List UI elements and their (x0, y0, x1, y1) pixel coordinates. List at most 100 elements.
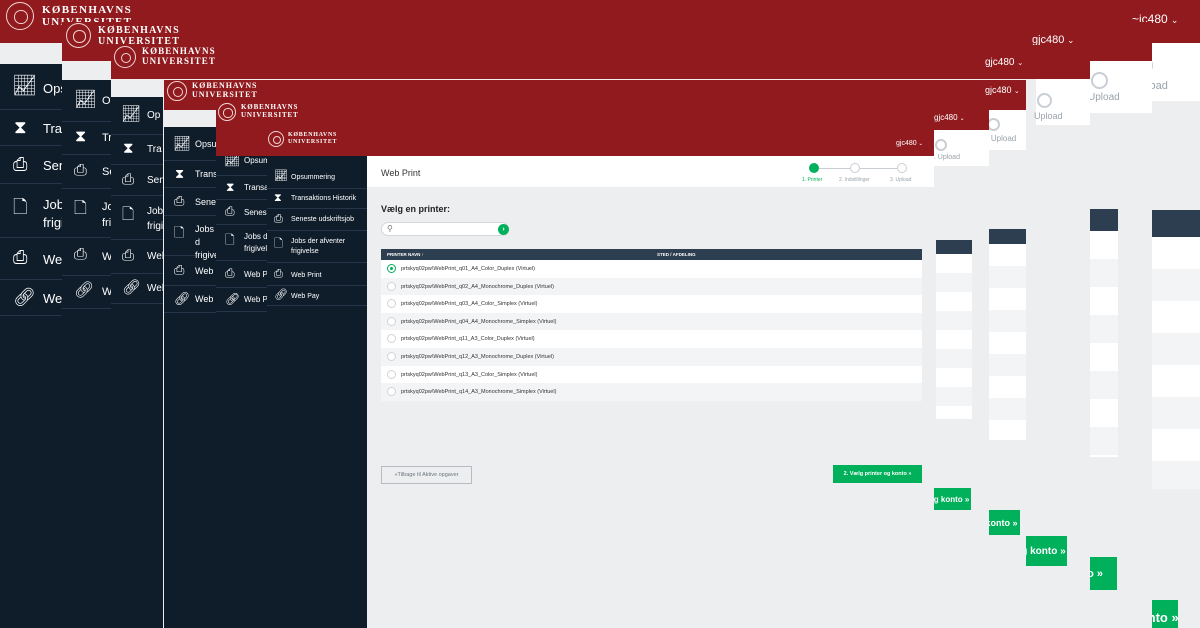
printer-name: prtskyq02pw\WebPrint_q13_A3_Color_Simple… (401, 371, 538, 378)
printer-name: prtskyq02pw\WebPrint_q12_A3_Monochrome_D… (401, 354, 554, 360)
sidebar-item-transaktioner[interactable]: ⧗ Transaktions Historik (267, 189, 367, 209)
sidebar-item-label: Transaktions Historik (291, 195, 357, 202)
web-print-window: KØBENHAVNS UNIVERSITET gjc480 ⌄ 📈︎ Opsumm… (216, 130, 934, 628)
sidebar-item-webpay[interactable]: 🔗︎ Web (0, 280, 70, 316)
printer-radio[interactable] (387, 281, 396, 291)
university-logo: KØBENHAVNS UNIVERSITET (268, 131, 337, 147)
link-icon: 🔗︎ (274, 289, 288, 301)
sidebar-item-transaktioner[interactable]: ⧗ Tra (0, 110, 62, 146)
table-row[interactable]: prtskyq02pw\WebPrint_q12_A3_Monochrome_D… (381, 348, 922, 366)
step-circle-upload (935, 139, 947, 151)
hourglass-icon: ⧗ (123, 140, 134, 157)
section-title: Vælg en printer: (381, 204, 451, 214)
university-seal-icon (114, 46, 136, 68)
chart-line-icon: 📈︎ (12, 75, 38, 97)
column-header-location[interactable]: STED / AFDELING (657, 252, 696, 257)
printer-radio[interactable] (387, 299, 396, 309)
chevron-down-icon: ⌄ (918, 141, 923, 147)
sidebar-item-jobs[interactable]: 🗋︎ Jobs der afventer frigivelse (267, 231, 367, 263)
sidebar-item-jobs[interactable]: 🗋︎ Job frigi (0, 184, 64, 238)
step-circle-upload (1091, 72, 1108, 89)
pending-document-icon: 🗋︎ (122, 206, 135, 223)
chevron-down-icon: ⌄ (1017, 58, 1024, 67)
printer-icon: ⎙ (174, 193, 185, 208)
sidebar-item-seneste[interactable]: ⎙ Seneste udskriftsjob (267, 209, 367, 231)
logo-line1: KØBENHAVNS (288, 132, 338, 139)
chevron-down-icon: ⌄ (1013, 88, 1020, 95)
printer-radio[interactable] (387, 352, 396, 361)
printer-radio[interactable] (387, 369, 396, 379)
chevron-down-icon: ⌄ (1170, 15, 1179, 25)
printer-radio[interactable] (387, 316, 396, 326)
chart-line-icon: 📈︎ (274, 170, 288, 182)
university-seal-icon (218, 103, 236, 121)
sidebar-item-opsummering[interactable]: 📈︎ Opsummering (267, 166, 367, 189)
user-menu[interactable]: gjc480 ⌄ (985, 57, 1023, 68)
printer-radio[interactable] (387, 264, 396, 273)
table-row[interactable]: prtskyq02pw\WebPrint_q04_A4_Monochrome_S… (381, 312, 922, 331)
printer-icon: ⎙ (274, 213, 283, 225)
table-header: PRINTER NAVN ↑ STED / AFDELING (381, 249, 922, 260)
table-row[interactable]: prtskyq02pw\WebPrint_q01_A4_Color_Duplex… (381, 260, 922, 278)
user-menu[interactable]: gjc480 ⌄ (985, 85, 1020, 95)
sidebar-item-seneste[interactable]: ⎙ Sen (0, 146, 66, 184)
link-icon: 🔗︎ (174, 291, 191, 306)
search-go-button[interactable]: › (498, 224, 509, 235)
printer-name: prtskyq02pw\WebPrint_q03_A4_Color_Simple… (401, 301, 538, 308)
table-row[interactable]: prtskyq02pw\WebPrint_q03_A4_Color_Simple… (381, 295, 922, 313)
logo-line1: KØBENHAVNS (42, 3, 133, 16)
search-icon: ⚲ (387, 224, 393, 233)
table-row[interactable]: prtskyq02pw\WebPrint_q11_A3_Color_Duplex… (381, 330, 922, 348)
pending-document-icon: 🗋︎ (274, 238, 283, 250)
header-bar (216, 103, 989, 130)
step-circle-upload[interactable] (897, 163, 907, 173)
web-print-icon: ⎙ (174, 262, 185, 277)
column-header-printer-name[interactable]: PRINTER NAVN ↑ (387, 252, 424, 257)
university-seal-icon (167, 81, 187, 101)
step-circle-printer[interactable] (809, 163, 819, 173)
university-seal-icon (268, 131, 284, 147)
back-to-active-jobs-button[interactable]: «Tilbage til Aktive opgaver (381, 466, 472, 484)
pending-document-icon: 🗋︎ (74, 200, 87, 217)
next-step-button[interactable]: 2. Vælg printer og konto » (833, 465, 922, 483)
step-circle-settings[interactable] (850, 163, 860, 173)
table-row[interactable]: prtskyq02pw\WebPrint_q14_A3_Monochrome_S… (381, 383, 922, 401)
main-panel: Web Print 1. Printer 2. Indstillinger 3.… (367, 156, 934, 628)
printer-name: prtskyq02pw\WebPrint_q11_A3_Color_Duplex… (401, 336, 535, 343)
sidebar-item-webprint[interactable]: ⎙ Web Print (267, 263, 367, 286)
university-seal-icon (6, 2, 34, 30)
user-menu[interactable]: gjc480 ⌄ (934, 113, 965, 122)
sidebar-item-webprint[interactable]: ⎙ Web (0, 238, 70, 280)
printer-radio[interactable] (387, 387, 396, 397)
web-print-icon: ⎙ (274, 268, 283, 280)
user-name: gjc480 (896, 140, 917, 147)
sidebar-item-label: Seneste udskriftsjob (291, 216, 355, 223)
university-logo: KØBENHAVNS UNIVERSITET (218, 103, 298, 121)
link-icon: 🔗︎ (74, 282, 95, 299)
table-row[interactable]: prtskyq02pw\WebPrint_q13_A3_Color_Simple… (381, 365, 922, 384)
printer-icon: ⎙ (13, 154, 28, 174)
sidebar-item-webpay[interactable]: 🔗︎ Web Pay (267, 286, 367, 306)
sidebar-item-label: Web Print (291, 272, 322, 279)
chart-line-icon: 📈︎ (121, 106, 142, 123)
page-title: Web Print (381, 168, 421, 178)
user-menu[interactable]: gjc480 ⌄ (896, 140, 923, 147)
printer-radio[interactable] (387, 334, 396, 344)
pending-document-icon: 🗋︎ (13, 197, 28, 217)
hourglass-icon: ⧗ (175, 166, 185, 181)
link-icon: 🔗︎ (13, 287, 36, 307)
sidebar: 📈︎Op ⧗Tra ⎙Sen 🗋︎Job frigi ⎙Web 🔗︎Web (62, 80, 124, 628)
printer-name: prtskyq02pw\WebPrint_q04_A4_Monochrome_S… (401, 318, 557, 325)
table-row[interactable]: prtskyq02pw\WebPrint_q02_A4_Monochrome_D… (381, 277, 922, 296)
sidebar-item-opsummering[interactable]: 📈︎ Ops (0, 64, 67, 110)
chart-line-icon: 📈︎ (173, 135, 191, 151)
printer-name: prtskyq02pw\WebPrint_q02_A4_Monochrome_D… (401, 283, 554, 290)
printer-search-input[interactable]: ⚲ › (381, 222, 509, 236)
sidebar-item-label: Opsummering (291, 174, 335, 181)
sidebar: 📈︎Op ⧗Tra ⎙Sen 🗋︎Job frigi ⎙Web 🔗︎Web (111, 97, 167, 628)
logo-line2: UNIVERSITET (288, 139, 338, 145)
university-logo: KØBENHAVNS UNIVERSITET (114, 46, 216, 68)
hourglass-icon: ⧗ (75, 128, 87, 145)
step-connector (860, 168, 899, 169)
university-seal-icon (66, 23, 91, 48)
